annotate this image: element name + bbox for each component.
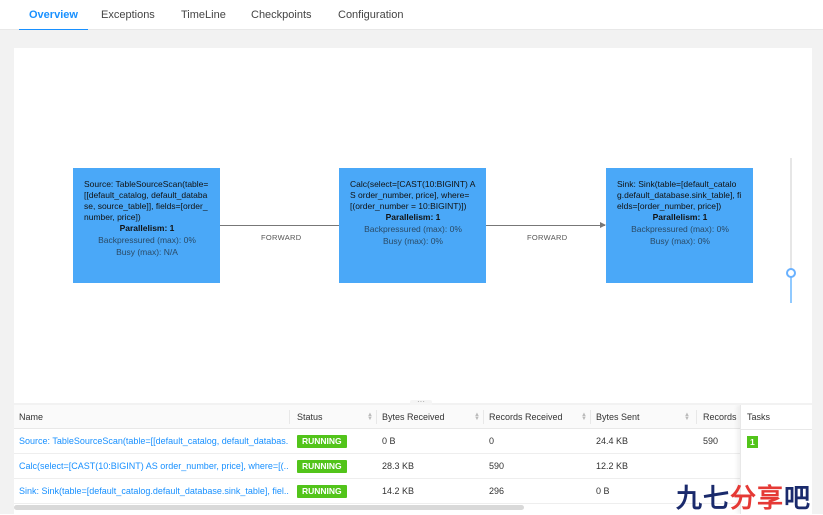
zoom-slider-fill — [790, 276, 792, 303]
column-divider — [696, 410, 697, 424]
tab-configuration[interactable]: Configuration — [338, 0, 403, 30]
tab-checkpoints[interactable]: Checkpoints — [251, 0, 312, 30]
bytes-received-cell: 28.3 KB — [382, 461, 415, 471]
status-cell: RUNNING — [297, 429, 347, 454]
task-count-badge: 1 — [747, 436, 758, 448]
column-header-bytes-received[interactable]: Bytes Received — [382, 405, 445, 429]
tasks-cell: 1 — [741, 429, 812, 454]
node-backpressure: Backpressured (max): 0% — [364, 224, 462, 234]
bytes-sent-cell: 12.2 KB — [596, 461, 629, 471]
sort-icon[interactable]: ▲ ▼ — [367, 412, 373, 422]
column-header-bytes-sent[interactable]: Bytes Sent — [596, 405, 640, 429]
bytes-sent-cell: 0 B — [596, 486, 610, 496]
tab-exceptions[interactable]: Exceptions — [101, 0, 155, 30]
vertex-name-link[interactable]: Source: TableSourceScan(table=[[default_… — [19, 429, 289, 454]
node-title: Source: TableSourceScan(table=[[default_… — [84, 179, 209, 222]
bytes-received-cell: 0 B — [382, 436, 396, 446]
tab-bar: Overview Exceptions TimeLine Checkpoints… — [0, 0, 823, 31]
table-header: Name Status ▲ ▼ Bytes Received ▲ ▼ Records… — [14, 405, 812, 429]
column-header-records-received[interactable]: Records Received — [489, 405, 563, 429]
records-received-cell: 590 — [489, 461, 505, 471]
status-cell: RUNNING — [297, 479, 347, 504]
edge-label: FORWARD — [261, 233, 302, 242]
graph-edge-1 — [220, 222, 346, 228]
vertex-name-link[interactable]: Sink: Sink(table=[default_catalog.defaul… — [19, 479, 289, 504]
job-graph-canvas[interactable]: Source: TableSourceScan(table=[[default_… — [14, 48, 812, 403]
node-parallelism: Parallelism: 1 — [652, 212, 708, 222]
graph-edge-2 — [486, 222, 606, 228]
sort-icon[interactable]: ▲ ▼ — [684, 412, 690, 422]
graph-node-calc[interactable]: Calc(select=[CAST(10:BIGINT) AS order_nu… — [339, 168, 486, 283]
column-divider — [483, 410, 484, 424]
column-divider — [376, 410, 377, 424]
zoom-slider-handle[interactable] — [786, 268, 796, 278]
tab-overview[interactable]: Overview — [19, 0, 88, 31]
records-received-cell: 296 — [489, 486, 505, 496]
node-parallelism: Parallelism: 1 — [119, 223, 175, 233]
status-badge: RUNNING — [297, 435, 347, 448]
bytes-received-cell: 14.2 KB — [382, 486, 415, 496]
records-sent-cell: 590 — [703, 436, 719, 446]
records-received-cell: 0 — [489, 436, 495, 446]
column-divider — [590, 410, 591, 424]
graph-node-source[interactable]: Source: TableSourceScan(table=[[default_… — [73, 168, 220, 283]
status-badge: RUNNING — [297, 460, 347, 473]
sort-icon[interactable]: ▲ ▼ — [474, 412, 480, 422]
bytes-sent-cell: 24.4 KB — [596, 436, 629, 446]
table-row[interactable]: Source: TableSourceScan(table=[[default_… — [14, 429, 812, 454]
column-header-records-sent[interactable]: Records S — [703, 405, 739, 429]
status-cell: RUNNING — [297, 454, 347, 479]
node-parallelism: Parallelism: 1 — [385, 212, 441, 222]
tab-timeline[interactable]: TimeLine — [181, 0, 226, 30]
status-badge: RUNNING — [297, 485, 347, 498]
table-row[interactable]: Calc(select=[CAST(10:BIGINT) AS order_nu… — [14, 454, 812, 479]
sort-icon[interactable]: ▲ ▼ — [581, 412, 587, 422]
node-backpressure: Backpressured (max): 0% — [98, 235, 196, 245]
column-header-status[interactable]: Status — [297, 405, 323, 429]
column-header-tasks[interactable]: Tasks — [747, 405, 770, 429]
node-title: Sink: Sink(table=[default_catalog.defaul… — [617, 179, 742, 211]
column-divider — [289, 410, 290, 424]
graph-node-sink[interactable]: Sink: Sink(table=[default_catalog.defaul… — [606, 168, 753, 283]
node-backpressure: Backpressured (max): 0% — [631, 224, 729, 234]
column-header-name[interactable]: Name — [19, 405, 43, 429]
node-title: Calc(select=[CAST(10:BIGINT) AS order_nu… — [350, 179, 476, 211]
watermark-logo: 九七分享吧 — [676, 483, 812, 513]
node-busy: Busy (max): 0% — [383, 236, 443, 246]
node-busy: Busy (max): 0% — [650, 236, 710, 246]
vertex-name-link[interactable]: Calc(select=[CAST(10:BIGINT) AS order_nu… — [19, 454, 289, 479]
node-busy: Busy (max): N/A — [116, 247, 178, 257]
edge-label: FORWARD — [527, 233, 568, 242]
horizontal-scrollbar[interactable] — [14, 505, 524, 510]
